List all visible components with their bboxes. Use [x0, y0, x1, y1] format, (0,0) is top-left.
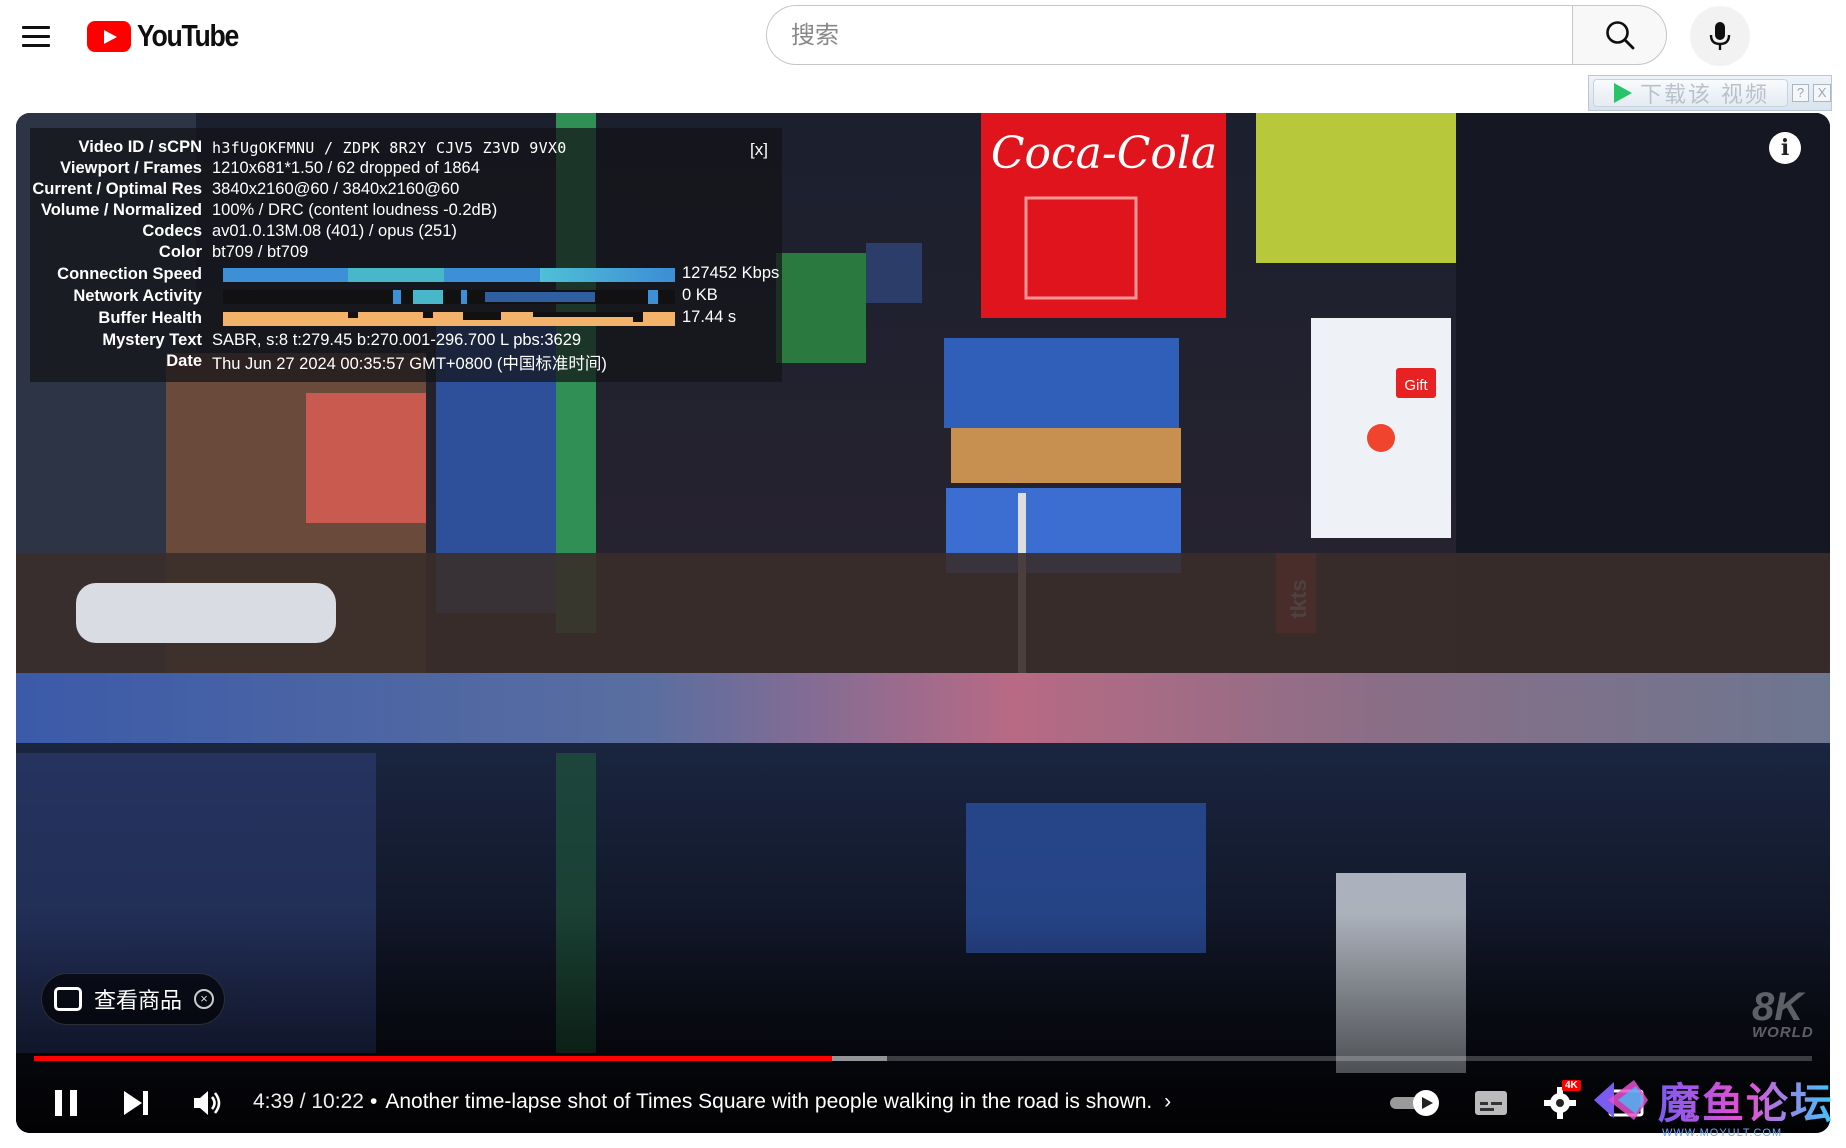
stats-row-codecs: Codecs av01.0.13M.08 (401) / opus (251)	[30, 221, 457, 242]
gear-icon	[1544, 1087, 1576, 1119]
stats-row-color: Color bt709 / bt709	[30, 242, 308, 263]
close-products-icon[interactable]: ×	[194, 989, 215, 1009]
guide-menu-button[interactable]	[14, 14, 58, 58]
next-button[interactable]	[116, 1083, 156, 1123]
hamburger-line	[22, 34, 50, 38]
connection-speed-graph	[223, 268, 675, 282]
stats-value: 3840x2160@60 / 3840x2160@60	[212, 180, 460, 198]
stats-label: Video ID / sCPN	[78, 138, 202, 156]
shopping-bag-icon	[54, 987, 82, 1011]
stats-row-date: Date Thu Jun 27 2024 00:35:57 GMT+0800 (…	[30, 351, 607, 373]
buffer-health-value: 17.44 s	[682, 308, 737, 326]
stats-label: Color	[158, 243, 202, 261]
stats-label: Date	[166, 352, 202, 370]
stats-row-network-activity: Network Activity	[30, 286, 212, 307]
stats-value: 100% / DRC (content loudness -0.2dB)	[212, 201, 498, 219]
forum-url: WWW.MOYULT.COM	[1662, 1127, 1783, 1139]
stats-row-connection-speed: Connection Speed	[30, 264, 212, 285]
stats-value: h3fUgOKFMNU / ZDPK 8R2Y CJV5 Z3VD 9VX0	[212, 138, 567, 157]
search-icon	[1605, 21, 1634, 50]
stats-value: Thu Jun 27 2024 00:35:57 GMT+0800 (中国标准时…	[212, 354, 607, 373]
coca-cola-sign: Coca-Cola	[991, 128, 1217, 179]
buffer-health-graph	[223, 312, 675, 326]
chapter-separator: •	[370, 1090, 378, 1113]
youtube-logo[interactable]: YouTube	[87, 18, 255, 54]
stats-for-nerds-panel: [x] Video ID / sCPN h3fUgOKFMNU / ZDPK 8…	[30, 128, 782, 382]
hamburger-line	[22, 43, 50, 47]
connection-speed-value: 127452 Kbps	[682, 264, 780, 282]
stats-row-volume: Volume / Normalized 100% / DRC (content …	[30, 200, 497, 221]
next-icon	[124, 1091, 148, 1115]
pause-button[interactable]	[46, 1083, 86, 1123]
settings-button[interactable]: 4K	[1538, 1080, 1582, 1124]
chapter-arrow-icon: ›	[1164, 1090, 1172, 1113]
youtube-play-icon	[87, 20, 131, 52]
stats-row-resolution: Current / Optimal Res 3840x2160@60 / 384…	[30, 179, 459, 200]
pause-icon	[55, 1090, 77, 1116]
download-help-button[interactable]: ?	[1791, 84, 1810, 102]
stats-row-mystery-text: Mystery Text SABR, s:8 t:279.45 b:270.00…	[30, 330, 581, 351]
chapter-title-button[interactable]: • Another time-lapse shot of Times Square…	[370, 1090, 1171, 1114]
search-box	[766, 5, 1667, 65]
video-info-icon[interactable]: i	[1769, 132, 1801, 164]
play-triangle-icon	[1614, 83, 1632, 103]
volume-icon	[194, 1091, 221, 1115]
stats-value: av01.0.13M.08 (401) / opus (251)	[212, 222, 457, 240]
forum-watermark: 魔鱼论坛	[1590, 1070, 1834, 1130]
search-button[interactable]	[1572, 5, 1667, 65]
download-video-label: 下载该 视频	[1640, 83, 1769, 108]
chapter-title: Another time-lapse shot of Times Square …	[385, 1090, 1153, 1113]
stats-label: Mystery Text	[102, 331, 202, 349]
subtitles-button[interactable]	[1471, 1085, 1511, 1121]
autoplay-toggle-icon	[1390, 1090, 1439, 1116]
stats-label: Codecs	[142, 222, 202, 240]
quality-badge: 4K	[1562, 1080, 1581, 1091]
stats-label: Volume / Normalized	[40, 201, 202, 219]
view-products-button[interactable]: 查看商品 ×	[41, 973, 225, 1025]
forum-fish-icon	[1594, 1080, 1648, 1120]
stats-row-viewport: Viewport / Frames 1210x681*1.50 / 62 dro…	[30, 158, 480, 179]
stats-value: SABR, s:8 t:279.45 b:270.001-296.700 L p…	[212, 331, 582, 349]
voice-search-button[interactable]	[1690, 6, 1750, 66]
search-input[interactable]	[766, 5, 1572, 65]
channel-watermark[interactable]: 8K WORLD	[1752, 985, 1814, 1041]
watermark-subtext: WORLD	[1752, 1024, 1814, 1041]
watermark-text: 8K	[1752, 985, 1804, 1029]
progress-played	[34, 1056, 833, 1061]
stats-value: 1210x681*1.50 / 62 dropped of 1864	[212, 159, 480, 177]
download-close-button[interactable]: X	[1813, 84, 1831, 102]
stats-row-buffer-health: Buffer Health	[30, 308, 212, 329]
gift-sign: Gift	[1404, 377, 1428, 394]
stats-label: Current / Optimal Res	[32, 180, 202, 198]
stats-close-button[interactable]: [x]	[750, 140, 768, 160]
stats-label: Viewport / Frames	[60, 159, 202, 177]
stats-label: Network Activity	[73, 287, 202, 305]
stats-row-video-id: Video ID / sCPN h3fUgOKFMNU / ZDPK 8R2Y …	[30, 137, 567, 158]
network-activity-value: 0 KB	[682, 286, 718, 304]
time-display: 4:39 / 10:22	[253, 1090, 364, 1113]
subtitles-icon	[1475, 1091, 1507, 1115]
autoplay-toggle[interactable]	[1386, 1086, 1446, 1120]
hamburger-line	[22, 25, 50, 29]
stats-label: Connection Speed	[57, 265, 202, 283]
volume-button[interactable]	[186, 1083, 230, 1123]
download-video-button[interactable]: 下载该 视频	[1593, 79, 1788, 108]
microphone-icon	[1709, 22, 1731, 50]
video-player[interactable]: Coca-Cola Gift tkts [x] Video ID / sCPN	[16, 113, 1830, 1133]
stats-label: Buffer Health	[98, 309, 202, 327]
download-helper-bar: 下载该 视频 ? X	[1588, 75, 1832, 111]
progress-bar[interactable]	[34, 1056, 1812, 1061]
view-products-label: 查看商品	[94, 989, 183, 1014]
player-controls: 4:39 / 10:22 • Another time-lapse shot of…	[16, 1078, 1830, 1128]
stats-value: bt709 / bt709	[212, 243, 309, 261]
network-activity-graph	[223, 290, 675, 304]
masthead: YouTube	[0, 0, 1846, 72]
forum-name: 魔鱼论坛	[1658, 1070, 1834, 1131]
youtube-logo-text: YouTube	[137, 18, 239, 53]
